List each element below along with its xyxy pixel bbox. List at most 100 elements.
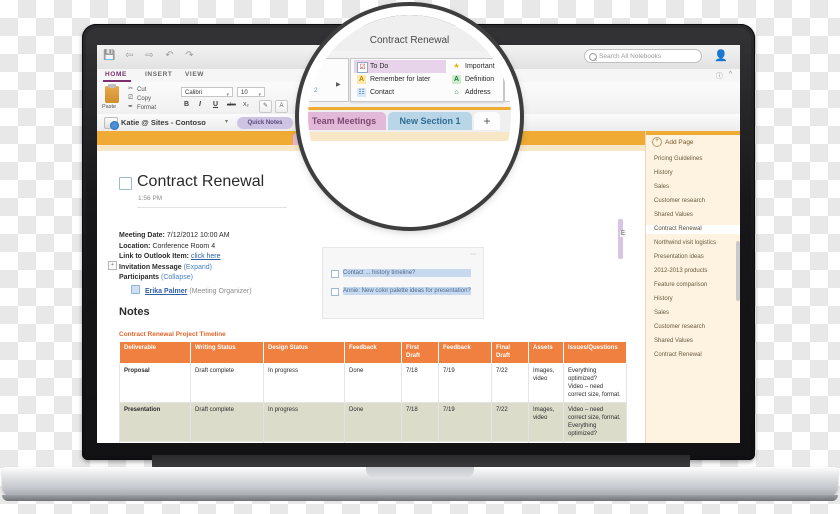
bold-button[interactable]: B [184, 101, 189, 108]
gallery-more-arrow-icon[interactable]: ▶ [336, 81, 341, 88]
tab-insert[interactable]: INSERT [145, 71, 172, 78]
page-item-contract-renewal-2[interactable]: Contract Renewal [654, 351, 738, 360]
tab-home[interactable]: HOME [105, 71, 127, 78]
tag-option-address[interactable]: ⌂ Address [449, 86, 503, 99]
tag-option-definition[interactable]: A Definition [449, 73, 503, 86]
page-item-history-2[interactable]: History [654, 295, 738, 304]
magnified-canvas: pre... Contact timeline? [308, 141, 511, 218]
magnified-section-tab-team-meetings[interactable]: Team Meetings [308, 112, 386, 130]
page-item-customer-research-2[interactable]: Customer research [654, 323, 738, 332]
add-page-button[interactable]: + Add Page [652, 137, 694, 147]
participants-collapse-link[interactable]: (Collapse) [161, 274, 193, 281]
collapse-ribbon-icon[interactable]: ^ [729, 71, 732, 81]
page-edge-tab[interactable] [618, 219, 623, 259]
th-writing-status: Writing Status [190, 341, 264, 364]
format-painter-button[interactable]: ✒ Format [127, 104, 156, 111]
outlook-link[interactable]: click here [191, 253, 221, 260]
laptop-base-notch [366, 467, 474, 478]
paste-label: Paste [102, 104, 117, 110]
table-row[interactable]: Presentation Draft complete In progress … [119, 402, 627, 442]
letter-a-green-icon: A [452, 75, 461, 84]
pages-pane[interactable]: + Add Page Pricing Guidelines History Sa… [645, 131, 740, 443]
magnifier-content: Contract Renewal 1 2 ▶ ☑ To Do A Remembe… [308, 15, 511, 218]
share-person-icon[interactable]: 👤 [714, 49, 728, 62]
participant-name[interactable]: Erika Palmer [145, 288, 187, 295]
cell-final-draft: 7/22 [491, 363, 529, 403]
page-item-sales-1[interactable]: Sales [654, 183, 738, 192]
underline-button[interactable]: U [213, 101, 218, 108]
th-feedback-2: Feedback [438, 341, 492, 364]
participants-row: Participants (Collapse) [119, 273, 252, 284]
font-family-select[interactable]: Calibri ▾ [181, 87, 233, 98]
subscript-button[interactable]: X₂ [243, 102, 249, 108]
table-row[interactable]: Financial Analysis In progress N/A Done … [119, 441, 627, 443]
checklist-block[interactable]: ⋯ Contact ... history timeline? Annie: N… [322, 247, 484, 319]
page-item-history-1[interactable]: History [654, 169, 738, 178]
cell-feedback-1: Done [344, 402, 402, 442]
magnified-add-section-button[interactable]: + [474, 112, 500, 130]
page-item-customer-research-1[interactable]: Customer research [654, 197, 738, 206]
tag-label-remember-for-later: Remember for later [370, 76, 431, 83]
font-group: Calibri ▾ 10 ▾ B I U abc X₂ ✎ A [181, 83, 311, 113]
checklist-checkbox-1[interactable] [331, 270, 339, 278]
tag-option-remember-for-later[interactable]: A Remember for later [354, 73, 446, 86]
th-assets: Assets [528, 341, 564, 364]
page-title-checkbox[interactable] [119, 177, 132, 190]
cell-first-draft: 7/18 [401, 363, 439, 403]
page-item-sales-2[interactable]: Sales [654, 309, 738, 318]
cell-writing-status: Draft complete [190, 363, 264, 403]
cell-assets [528, 441, 564, 443]
page-item-contract-renewal-selected[interactable]: Contract Renewal [646, 225, 740, 234]
page-item-presentation-ideas[interactable]: Presentation ideas [654, 253, 738, 262]
magnified-gallery-item-2[interactable]: 2 [314, 87, 318, 94]
page-item-2012-2013-products[interactable]: 2012-2013 products [654, 267, 738, 276]
letter-a-icon: A [357, 75, 366, 84]
font-size-select[interactable]: 10 ▾ [237, 87, 265, 98]
page-item-feature-comparison[interactable]: Feature comparison [654, 281, 738, 290]
notebook-name[interactable]: Katie @ Sites - Contoso [121, 118, 206, 127]
magnified-tag-dropdown[interactable]: ☑ To Do A Remember for later ☷ Contact ★… [350, 58, 504, 102]
cell-feedback-1: Done [344, 363, 402, 403]
table-header-row: Deliverable Writing Status Design Status… [119, 341, 627, 364]
table-row[interactable]: Proposal Draft complete In progress Done… [119, 363, 627, 403]
block-handle-icon[interactable]: ⋯ [470, 251, 477, 258]
search-input[interactable]: Search All Notebooks [584, 49, 702, 63]
th-feedback-1: Feedback [344, 341, 402, 364]
page-item-northwind-visit-logistics[interactable]: Northwind visit logistics [654, 239, 738, 248]
meeting-date-label: Meeting Date: [119, 232, 165, 239]
tag-option-contact[interactable]: ☷ Contact [354, 86, 446, 99]
participant-role: (Meeting Organizer) [189, 287, 252, 295]
font-color-button[interactable]: A [275, 100, 288, 113]
notebook-chevron-down-icon[interactable]: ▾ [225, 118, 228, 125]
magnified-section-tab-new-section-1[interactable]: New Section 1 [388, 112, 472, 130]
paste-icon[interactable] [105, 84, 119, 103]
format-label: Format [137, 104, 157, 111]
text-highlight-color-button[interactable]: ✎ [259, 100, 272, 113]
tag-option-to-do[interactable]: ☑ To Do [354, 60, 446, 73]
project-timeline-table[interactable]: Deliverable Writing Status Design Status… [119, 341, 627, 443]
cell-feedback-1: Done [344, 441, 402, 443]
cut-button[interactable]: ✂ Cut [127, 86, 146, 93]
magnified-gallery-item-1[interactable]: 1 [314, 63, 318, 70]
magnified-left-gallery: 1 2 ▶ [308, 58, 349, 102]
italic-button[interactable]: I [199, 101, 201, 108]
invitation-expand-link[interactable]: (Expand) [184, 264, 212, 271]
tab-view[interactable]: VIEW [185, 71, 204, 78]
page-item-shared-values-1[interactable]: Shared Values [654, 211, 738, 220]
magnified-tag-submenu[interactable]: Question ? Highlight ✒ Phone number ☎ ▶ [504, 58, 511, 102]
chevron-down-icon-size: ▾ [258, 92, 261, 98]
page-item-shared-values-2[interactable]: Shared Values [654, 337, 738, 346]
tag-label-important: Important [465, 63, 495, 70]
checklist-checkbox-2[interactable] [331, 288, 339, 296]
page-item-pricing-guidelines[interactable]: Pricing Guidelines [654, 155, 738, 164]
help-icon[interactable]: ⓘ [716, 71, 723, 81]
page-title[interactable]: Contract Renewal [137, 173, 264, 191]
tag-option-important[interactable]: ★ Important [449, 60, 503, 73]
pages-scrollbar[interactable] [736, 241, 740, 301]
expand-collapse-icon[interactable]: + [108, 261, 117, 270]
notebook-tab-quick-notes[interactable]: Quick Notes [237, 117, 293, 129]
copy-button[interactable]: ⎚ Copy [127, 95, 151, 102]
cell-final-draft: 7/22 [491, 402, 529, 442]
page-edge-tab-letter: E [620, 231, 627, 237]
strikethrough-button[interactable]: abc [227, 102, 236, 108]
